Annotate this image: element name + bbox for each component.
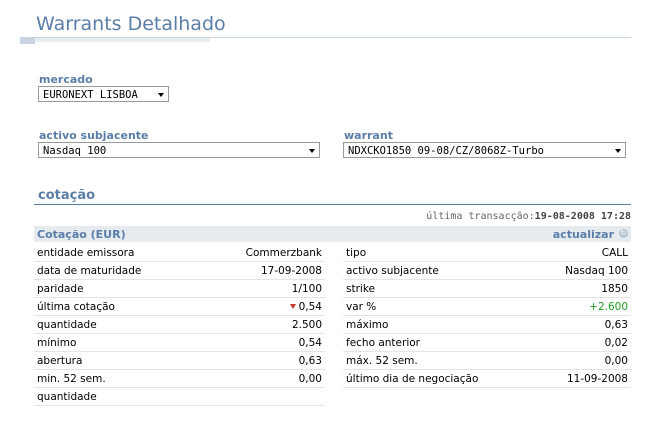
row-label: último dia de negociação (346, 373, 479, 385)
row-value: 0,02 (604, 337, 628, 349)
variation-value: +2.600 (589, 301, 628, 313)
chevron-down-icon (158, 93, 164, 97)
row-value: 1/100 (291, 283, 322, 295)
last-trade-label: última transacção: (426, 211, 535, 222)
row-value: 0,63 (604, 319, 628, 331)
row-value: 0,63 (298, 355, 322, 367)
table-row: min. 52 sem. 0,00 (34, 370, 325, 388)
last-trade-info: última transacção:19-08-2008 17:28 (426, 211, 631, 222)
table-row: entidade emissora Commerzbank (34, 244, 325, 262)
section-title: cotação (38, 188, 96, 203)
row-value-with-indicator: 0,54 (289, 301, 322, 313)
row-label: var % (346, 301, 377, 313)
row-label: tipo (346, 247, 367, 259)
row-value: Nasdaq 100 (565, 265, 628, 277)
table-row: mínimo 0,54 (34, 334, 325, 352)
row-label: fecho anterior (346, 337, 420, 349)
title-accent-fade (35, 38, 210, 42)
row-label: abertura (37, 355, 83, 367)
row-label: mínimo (37, 337, 77, 349)
row-label: strike (346, 283, 375, 295)
row-label: paridade (37, 283, 84, 295)
row-value: Commerzbank (245, 247, 322, 259)
row-label: máximo (346, 319, 389, 331)
last-price-value: 0,54 (298, 301, 322, 313)
table-row: máx. 52 sem. 0,00 (343, 352, 631, 370)
quote-table-right: tipo CALL activo subjacente Nasdaq 100 s… (343, 244, 631, 388)
row-label: min. 52 sem. (37, 373, 106, 385)
refresh-icon[interactable]: ↻ (619, 229, 628, 238)
page-title: Warrants Detalhado (36, 13, 226, 35)
row-label: quantidade (37, 391, 97, 403)
activo-subjacente-select-value: Nasdaq 100 (43, 145, 107, 157)
table-row: quantidade (34, 388, 325, 406)
chevron-down-icon (615, 149, 621, 153)
row-label: máx. 52 sem. (346, 355, 418, 367)
row-label: quantidade (37, 319, 97, 331)
row-value: 0,00 (298, 373, 322, 385)
section-divider (34, 204, 631, 205)
row-value: CALL (601, 247, 628, 259)
row-label: última cotação (37, 301, 115, 313)
quote-table-left: entidade emissora Commerzbank data de ma… (34, 244, 325, 406)
row-value: 17-09-2008 (260, 265, 322, 277)
row-label: activo subjacente (346, 265, 439, 277)
activo-subjacente-select[interactable]: Nasdaq 100 (38, 142, 320, 158)
warrant-select[interactable]: NDXCKO1850 09-08/CZ/8068Z-Turbo (343, 142, 626, 158)
row-label: entidade emissora (37, 247, 135, 259)
chevron-down-icon (309, 149, 315, 153)
row-value: 1850 (601, 283, 628, 295)
table-row: activo subjacente Nasdaq 100 (343, 262, 631, 280)
row-value: 2.500 (291, 319, 322, 331)
row-value: 0,54 (298, 337, 322, 349)
row-value: 0,00 (604, 355, 628, 367)
table-row: último dia de negociação 11-09-2008 (343, 370, 631, 388)
row-value: 11-09-2008 (566, 373, 628, 385)
refresh-link[interactable]: actualizar (553, 228, 614, 241)
table-row: quantidade 2.500 (34, 316, 325, 334)
row-label: data de maturidade (37, 265, 142, 277)
warrant-select-value: NDXCKO1850 09-08/CZ/8068Z-Turbo (348, 145, 544, 157)
table-row: paridade 1/100 (34, 280, 325, 298)
table-row: strike 1850 (343, 280, 631, 298)
last-trade-value: 19-08-2008 17:28 (534, 211, 631, 222)
table-row: abertura 0,63 (34, 352, 325, 370)
table-row: última cotação 0,54 (34, 298, 325, 316)
triangle-down-icon (289, 304, 296, 309)
quote-header-title: Cotação (EUR) (37, 228, 126, 241)
mercado-select-value: EURONEXT LISBOA (43, 89, 138, 101)
activo-subjacente-label: activo subjacente (39, 129, 149, 142)
table-row: fecho anterior 0,02 (343, 334, 631, 352)
title-accent (20, 38, 35, 44)
mercado-select[interactable]: EURONEXT LISBOA (38, 86, 169, 102)
table-row: var % +2.600 (343, 298, 631, 316)
table-row: tipo CALL (343, 244, 631, 262)
table-row: máximo 0,63 (343, 316, 631, 334)
mercado-label: mercado (39, 73, 93, 86)
table-row: data de maturidade 17-09-2008 (34, 262, 325, 280)
warrant-label: warrant (344, 129, 393, 142)
